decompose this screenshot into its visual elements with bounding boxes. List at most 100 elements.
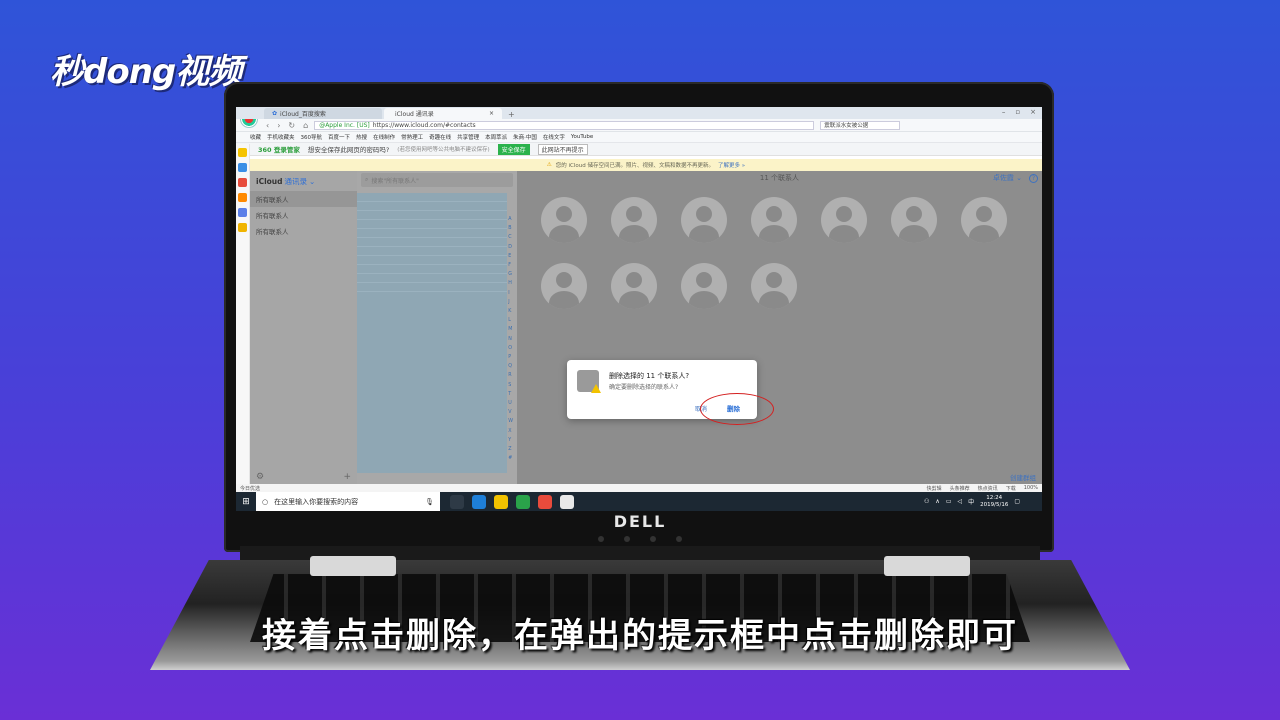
alpha-index-letter[interactable]: K bbox=[508, 307, 513, 316]
list-item[interactable] bbox=[357, 274, 507, 283]
windows-start-icon[interactable]: ⊞ bbox=[236, 497, 256, 507]
contact-avatar[interactable] bbox=[821, 197, 867, 243]
learn-more-link[interactable]: 了解更多 » bbox=[718, 161, 745, 169]
alpha-index-letter[interactable]: N bbox=[508, 335, 513, 344]
contact-search-input[interactable]: ⌕ 搜索"所有联系人" bbox=[361, 173, 513, 187]
alpha-index-letter[interactable]: O bbox=[508, 344, 513, 353]
alpha-index-letter[interactable]: # bbox=[508, 454, 513, 463]
alpha-index-letter[interactable]: V bbox=[508, 408, 513, 417]
bookmark-item[interactable]: 手机收藏夹 bbox=[267, 133, 295, 141]
help-icon[interactable]: ? bbox=[1029, 173, 1038, 183]
alpha-index-letter[interactable]: W bbox=[508, 417, 513, 426]
bookmark-item[interactable]: 朱商·中国 bbox=[513, 133, 537, 141]
bookmark-item[interactable]: 收藏 bbox=[250, 133, 261, 141]
volume-icon[interactable]: ◁ bbox=[957, 498, 962, 505]
alpha-index-letter[interactable]: S bbox=[508, 381, 513, 390]
game-icon[interactable] bbox=[238, 193, 247, 202]
edge-icon[interactable] bbox=[472, 494, 486, 509]
bookmark-item[interactable]: 在线制作 bbox=[373, 133, 395, 141]
status-item[interactable]: 快剪辑 bbox=[927, 485, 942, 492]
notification-icon[interactable]: ▢ bbox=[1014, 498, 1020, 505]
never-prompt-button[interactable]: 此网站不再提示 bbox=[537, 143, 588, 155]
group-item[interactable]: 所有联系人 bbox=[250, 207, 357, 223]
network-icon[interactable]: ▭ bbox=[946, 498, 952, 505]
alpha-index-letter[interactable]: J bbox=[508, 298, 513, 307]
alpha-index-letter[interactable]: Y bbox=[508, 436, 513, 445]
status-item[interactable]: 下载 bbox=[1006, 485, 1016, 492]
url-field[interactable]: @Apple Inc. [US] https://www.icloud.com/… bbox=[314, 120, 815, 130]
tab-icloud[interactable]: iCloud 通讯录 × bbox=[384, 108, 502, 119]
microphone-icon[interactable]: 🎙 bbox=[425, 498, 434, 506]
chevron-up-icon[interactable]: ∧ bbox=[935, 498, 939, 505]
bookmark-item[interactable]: 在线文字 bbox=[543, 133, 565, 141]
alpha-index-letter[interactable]: F bbox=[508, 261, 513, 270]
chevron-down-icon[interactable]: ⌄ bbox=[309, 177, 315, 186]
group-item[interactable]: 所有联系人 bbox=[250, 223, 357, 239]
list-item[interactable] bbox=[357, 247, 507, 256]
task-view-icon[interactable] bbox=[450, 494, 464, 509]
list-item[interactable] bbox=[357, 265, 507, 274]
account-menu[interactable]: 卓佐霞 ⌄ bbox=[993, 173, 1022, 183]
alphabet-index[interactable]: A B C D E F G H I J K L M N O P Q R S T U V W X Y Z # bbox=[508, 215, 513, 463]
list-item[interactable] bbox=[357, 193, 507, 202]
alpha-index-letter[interactable]: Z bbox=[508, 445, 513, 454]
reload-icon[interactable]: ↻ bbox=[288, 121, 295, 130]
contact-avatar[interactable] bbox=[891, 197, 937, 243]
contact-avatar[interactable] bbox=[611, 263, 657, 309]
note-icon[interactable] bbox=[238, 223, 247, 232]
wechat-icon[interactable] bbox=[516, 494, 530, 509]
alpha-index-letter[interactable]: U bbox=[508, 399, 513, 408]
list-item[interactable] bbox=[357, 256, 507, 265]
alpha-index-letter[interactable]: X bbox=[508, 427, 513, 436]
contact-avatar[interactable] bbox=[541, 197, 587, 243]
list-item[interactable] bbox=[357, 283, 507, 292]
ime-indicator[interactable]: 中 bbox=[968, 497, 974, 506]
alpha-index-letter[interactable]: L bbox=[508, 316, 513, 325]
status-item[interactable]: 热点资讯 bbox=[978, 485, 998, 492]
alpha-index-letter[interactable]: C bbox=[508, 233, 513, 242]
contact-avatar[interactable] bbox=[751, 263, 797, 309]
contact-avatar[interactable] bbox=[961, 197, 1007, 243]
alpha-index-letter[interactable]: R bbox=[508, 371, 513, 380]
alpha-index-letter[interactable]: M bbox=[508, 325, 513, 334]
alpha-index-letter[interactable]: B bbox=[508, 224, 513, 233]
bookmark-item[interactable]: 百度一下 bbox=[328, 133, 350, 141]
contact-avatar[interactable] bbox=[751, 197, 797, 243]
list-item[interactable] bbox=[357, 229, 507, 238]
maximize-icon[interactable]: ▫ bbox=[1015, 108, 1020, 116]
home-icon[interactable]: ⌂ bbox=[303, 121, 308, 130]
contact-avatar[interactable] bbox=[611, 197, 657, 243]
browser-360-icon[interactable] bbox=[560, 494, 574, 509]
app-icon[interactable] bbox=[538, 494, 552, 509]
list-item[interactable] bbox=[357, 211, 507, 220]
alpha-index-letter[interactable]: E bbox=[508, 252, 513, 261]
back-icon[interactable]: ‹ bbox=[266, 121, 269, 130]
add-icon[interactable]: + bbox=[343, 472, 351, 482]
tab-baidu[interactable]: ✿ iCloud_百度搜索 bbox=[264, 108, 382, 119]
alpha-index-letter[interactable]: G bbox=[508, 270, 513, 279]
bookmark-item[interactable]: 本周萃派 bbox=[485, 133, 507, 141]
alpha-index-letter[interactable]: H bbox=[508, 279, 513, 288]
taskbar-search-input[interactable]: ○ 在这里输入你要搜索的内容 🎙 bbox=[256, 492, 440, 511]
gear-icon[interactable]: ⚙ bbox=[256, 472, 264, 482]
doc-icon[interactable] bbox=[238, 208, 247, 217]
bookmark-item[interactable]: 常熟理工 bbox=[401, 133, 423, 141]
explorer-icon[interactable] bbox=[494, 494, 508, 509]
save-password-button[interactable]: 安全保存 bbox=[497, 143, 530, 155]
bookmark-item[interactable]: 奇趣在线 bbox=[429, 133, 451, 141]
bookmark-item[interactable]: 360导航 bbox=[301, 133, 323, 141]
create-group-link[interactable]: 创建群组 bbox=[1010, 472, 1036, 482]
contact-avatar[interactable] bbox=[541, 263, 587, 309]
people-icon[interactable]: ⚇ bbox=[924, 498, 929, 505]
alpha-index-letter[interactable]: P bbox=[508, 353, 513, 362]
list-item[interactable] bbox=[357, 202, 507, 211]
new-tab-icon[interactable]: + bbox=[508, 110, 515, 119]
contact-list[interactable] bbox=[357, 193, 507, 473]
alpha-index-letter[interactable]: D bbox=[508, 243, 513, 252]
bookmark-item[interactable]: YouTube bbox=[571, 134, 593, 140]
bookmark-item[interactable]: 热搜 bbox=[356, 133, 367, 141]
close-icon[interactable]: × bbox=[489, 110, 494, 117]
weibo-icon[interactable] bbox=[238, 178, 247, 187]
alpha-index-letter[interactable]: Q bbox=[508, 362, 513, 371]
star-icon[interactable] bbox=[238, 148, 247, 157]
